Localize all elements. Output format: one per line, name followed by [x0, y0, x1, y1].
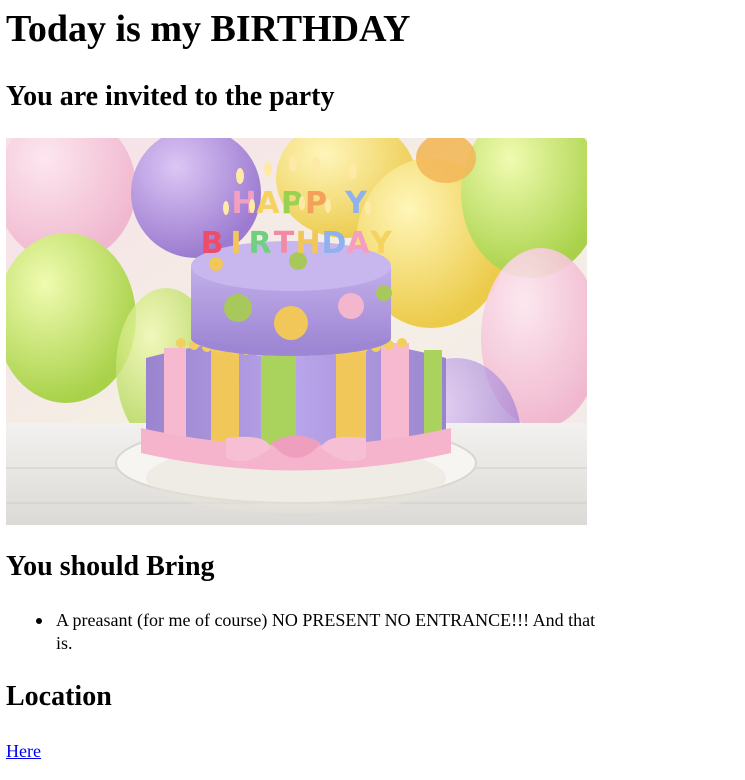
page-title: Today is my BIRTHDAY: [6, 8, 411, 50]
svg-text:I: I: [230, 226, 241, 261]
svg-text:A: A: [346, 226, 370, 261]
svg-text:Y: Y: [369, 226, 393, 261]
svg-text:A: A: [256, 186, 280, 221]
svg-text:Y: Y: [344, 186, 368, 221]
svg-text:P: P: [305, 186, 327, 221]
svg-text:T: T: [274, 226, 295, 261]
bring-list: A preasant (for me of course) NO PRESENT…: [6, 609, 596, 655]
invitation-subtitle: You are invited to the party: [6, 81, 335, 112]
svg-text:B: B: [201, 226, 224, 261]
birthday-cake-image: H A P P Y B I R T H D A Y: [6, 138, 587, 525]
location-heading: Location: [6, 681, 112, 712]
svg-text:R: R: [248, 226, 271, 261]
svg-text:D: D: [322, 226, 347, 261]
svg-text:H: H: [295, 226, 320, 261]
bring-heading: You should Bring: [6, 551, 215, 582]
list-item: A preasant (for me of course) NO PRESENT…: [36, 610, 596, 653]
location-link[interactable]: Here: [6, 739, 41, 763]
